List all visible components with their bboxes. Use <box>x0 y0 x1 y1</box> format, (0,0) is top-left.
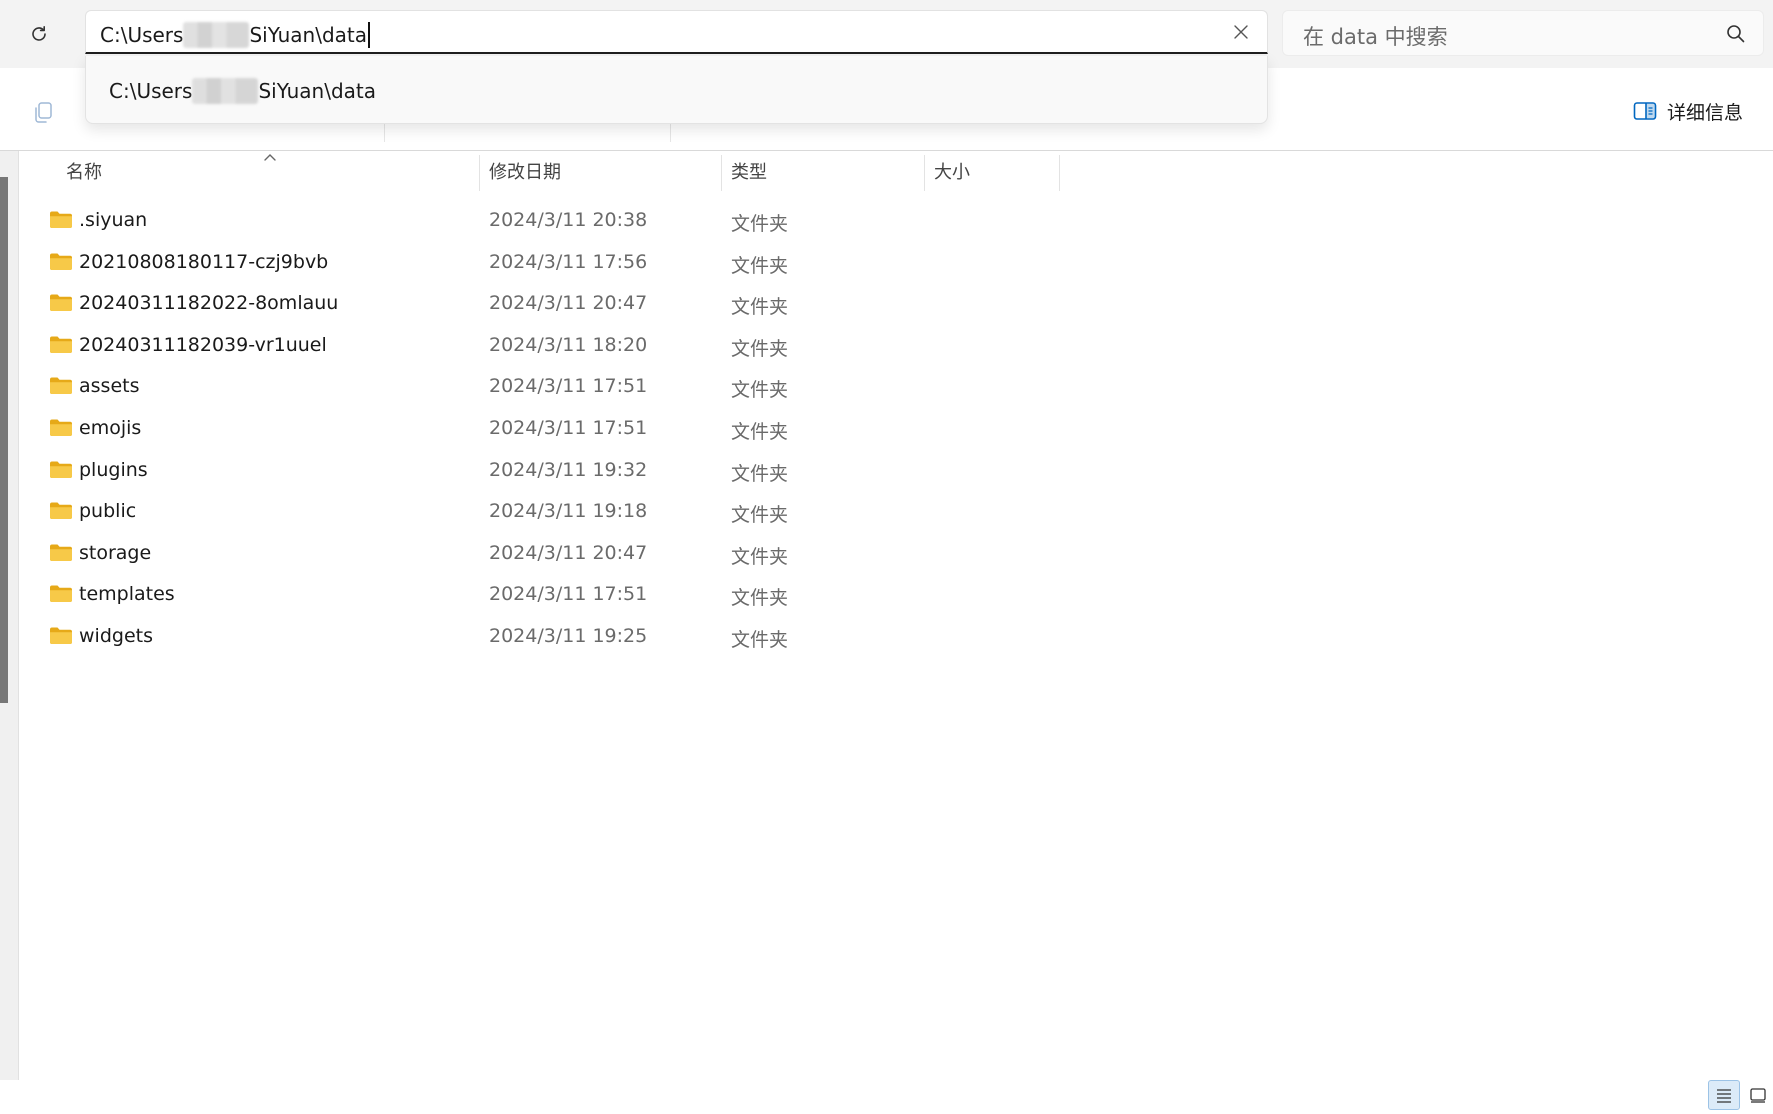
file-name: public <box>79 500 137 523</box>
file-name: emojis <box>79 417 142 439</box>
address-suffix: SiYuan\data <box>249 23 368 47</box>
copy-icon[interactable] <box>30 98 58 126</box>
address-input[interactable]: C:\Users SiYuan\data <box>85 10 1268 54</box>
file-modified-date: 2024/3/11 19:32 <box>489 458 648 481</box>
scrollbar-thumb[interactable] <box>0 177 8 703</box>
file-name: 20240311182022-8omlauu <box>79 292 339 315</box>
column-separator[interactable] <box>721 155 722 191</box>
file-name: templates <box>79 583 175 606</box>
file-name: plugins <box>79 458 148 481</box>
file-row[interactable]: 20210808180117-czj9bvb 2024/3/11 17:56 文件夹 <box>19 240 1773 284</box>
column-headers: 名称 修改日期 类型 大小 <box>19 151 1773 191</box>
suggestion-prefix: C:\Users <box>109 79 193 103</box>
column-header-type[interactable]: 类型 <box>731 151 911 191</box>
file-row[interactable]: widgets 2024/3/11 19:25 文件夹 <box>19 614 1773 658</box>
file-row[interactable]: 20240311182022-8omlauu 2024/3/11 20:47 文件夹 <box>19 281 1773 325</box>
file-modified-date: 2024/3/11 18:20 <box>489 333 648 356</box>
file-modified-date: 2024/3/11 19:18 <box>489 500 648 523</box>
file-type: 文件夹 <box>731 421 789 443</box>
file-name: assets <box>79 375 140 398</box>
folder-icon <box>49 418 73 437</box>
column-header-modified[interactable]: 修改日期 <box>489 151 719 191</box>
folder-icon <box>49 210 73 229</box>
folder-icon <box>49 626 73 645</box>
folder-icon <box>49 376 73 395</box>
column-type-label: 类型 <box>731 162 767 183</box>
column-separator[interactable] <box>1059 155 1060 191</box>
file-type: 文件夹 <box>731 629 789 651</box>
text-caret <box>368 22 371 48</box>
column-name-label: 名称 <box>66 162 102 183</box>
address-value[interactable]: C:\Users SiYuan\data <box>100 22 371 48</box>
clear-address-button[interactable] <box>1229 20 1253 44</box>
file-modified-date: 2024/3/11 20:47 <box>489 292 648 315</box>
file-modified-date: 2024/3/11 20:47 <box>489 541 648 564</box>
tiles-view-button[interactable] <box>1742 1080 1773 1110</box>
details-pane-icon <box>1633 102 1657 120</box>
close-icon <box>1234 25 1248 39</box>
redacted-username <box>183 22 250 48</box>
file-name: 20210808180117-czj9bvb <box>79 250 329 273</box>
file-name: widgets <box>79 625 153 647</box>
file-modified-date: 2024/3/11 17:51 <box>489 417 648 439</box>
column-size-label: 大小 <box>934 162 970 183</box>
file-type: 文件夹 <box>731 296 789 319</box>
details-view-button[interactable] <box>1708 1080 1740 1110</box>
file-modified-date: 2024/3/11 17:51 <box>489 375 648 398</box>
file-row[interactable]: plugins 2024/3/11 19:32 文件夹 <box>19 448 1773 492</box>
column-header-name[interactable]: 名称 <box>66 151 496 191</box>
file-modified-date: 2024/3/11 20:38 <box>489 209 648 231</box>
refresh-icon <box>32 26 46 41</box>
navigation-pane-edge <box>0 151 19 1080</box>
column-modified-label: 修改日期 <box>489 162 561 183</box>
folder-icon <box>49 293 73 312</box>
search-input[interactable]: 在 data 中搜索 <box>1282 10 1764 56</box>
file-type: 文件夹 <box>731 462 789 485</box>
file-row[interactable]: assets 2024/3/11 17:51 文件夹 <box>19 364 1773 408</box>
tiles-view-icon <box>1750 1088 1766 1103</box>
details-pane-label: 详细信息 <box>1667 101 1744 124</box>
file-row[interactable]: public 2024/3/11 19:18 文件夹 <box>19 489 1773 533</box>
folder-icon <box>49 335 73 354</box>
folder-icon <box>49 543 73 562</box>
folder-icon <box>49 584 73 603</box>
search-placeholder: 在 data 中搜索 <box>1303 25 1448 49</box>
details-pane-button[interactable]: 详细信息 <box>1633 94 1743 128</box>
file-row[interactable]: storage 2024/3/11 20:47 文件夹 <box>19 531 1773 575</box>
address-prefix: C:\Users <box>100 23 184 47</box>
address-suggestion-item[interactable]: C:\Users SiYuan\data <box>109 78 376 104</box>
file-modified-date: 2024/3/11 17:56 <box>489 250 648 273</box>
refresh-button[interactable] <box>22 17 56 51</box>
folder-icon <box>49 252 73 271</box>
file-row[interactable]: emojis 2024/3/11 17:51 文件夹 <box>19 406 1773 450</box>
file-type: 文件夹 <box>731 379 789 402</box>
file-type: 文件夹 <box>731 213 789 235</box>
file-type: 文件夹 <box>731 504 789 527</box>
suggestion-suffix: SiYuan\data <box>258 79 377 103</box>
search-icon[interactable] <box>1725 23 1747 45</box>
file-modified-date: 2024/3/11 19:25 <box>489 625 648 647</box>
file-row[interactable]: templates 2024/3/11 17:51 文件夹 <box>19 572 1773 616</box>
folder-icon <box>49 460 73 479</box>
file-modified-date: 2024/3/11 17:51 <box>489 583 648 606</box>
file-row[interactable]: 20240311182039-vr1uuel 2024/3/11 18:20 文件夹 <box>19 323 1773 367</box>
file-name: 20240311182039-vr1uuel <box>79 333 327 356</box>
file-row[interactable]: .siyuan 2024/3/11 20:38 文件夹 <box>19 198 1773 242</box>
file-type: 文件夹 <box>731 545 789 568</box>
address-suggestions: C:\Users SiYuan\data <box>85 56 1268 124</box>
file-type: 文件夹 <box>731 587 789 610</box>
file-type: 文件夹 <box>731 337 789 360</box>
file-name: .siyuan <box>79 209 148 231</box>
column-separator[interactable] <box>924 155 925 191</box>
redacted-username <box>192 78 259 104</box>
column-header-size[interactable]: 大小 <box>934 151 1054 191</box>
file-name: storage <box>79 541 152 564</box>
details-view-icon <box>1717 1089 1731 1103</box>
file-type: 文件夹 <box>731 254 789 277</box>
folder-icon <box>49 501 73 520</box>
column-separator[interactable] <box>479 155 480 191</box>
